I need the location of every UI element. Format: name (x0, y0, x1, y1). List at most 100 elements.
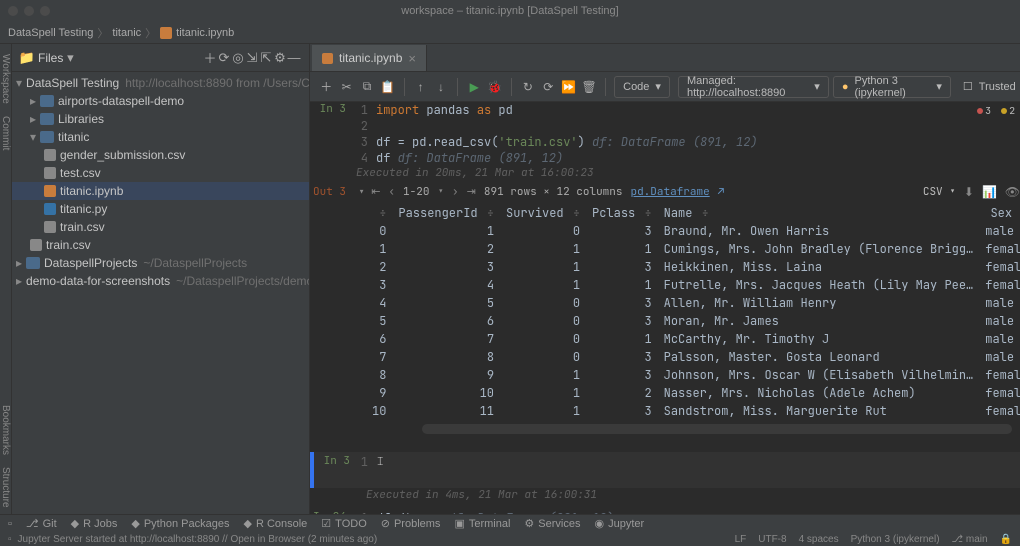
table-row[interactable]: 101113Sandstrom, Miss. Marguerite Rutfem… (366, 402, 1020, 420)
horizontal-scrollbar[interactable] (422, 424, 1012, 434)
dataframe-table[interactable]: ÷PassengerId ÷Survived ÷Pclass ÷Name ÷Se… (310, 204, 1020, 434)
window-controls[interactable] (8, 6, 50, 16)
project-tree[interactable]: ▾DataSpell Testinghttp://localhost:8890 … (12, 72, 309, 292)
kernel-dropdown[interactable]: ●Python 3 (ipykernel)▾ (833, 76, 951, 98)
status-lf[interactable]: LF (735, 534, 747, 545)
code-cell[interactable]: In 3 1import pandas as pd 2 3df = pd.rea… (310, 102, 1020, 180)
trusted-indicator[interactable]: ☐Trusted (955, 76, 1020, 98)
collapse-icon[interactable]: ▾ (352, 184, 371, 200)
collapse-icon[interactable]: ⇱ (259, 51, 273, 65)
hide-icon[interactable]: — (287, 51, 301, 65)
add-icon[interactable]: ＋ (203, 51, 217, 65)
table-header[interactable]: Name ÷ (658, 204, 980, 222)
interrupt-button[interactable]: ↻ (520, 77, 536, 97)
problems-tool[interactable]: ⊘ Problems (381, 517, 441, 530)
window-titlebar: workspace – titanic.ipynb [DataSpell Tes… (0, 0, 1020, 22)
table-row[interactable]: 4503Allen, Mr. William Henrymale35.00 (366, 294, 1020, 312)
csv-export-dropdown[interactable]: CSV ▾ (923, 185, 956, 199)
git-tool[interactable]: ⎇ Git (26, 517, 57, 530)
clear-button[interactable]: 🗑 (581, 77, 597, 97)
code-cell[interactable]: In 24 1df.dtypes df: DataFrame (891, 12)… (310, 510, 1020, 514)
status-enc[interactable]: UTF-8 (758, 534, 786, 545)
table-row[interactable]: 91012Nasser, Mrs. Nicholas (Adele Achem)… (366, 384, 1020, 402)
expand-icon[interactable]: ⇲ (245, 51, 259, 65)
table-row[interactable]: 8913Johnson, Mrs. Oscar W (Elisabeth Vil… (366, 366, 1020, 384)
breadcrumb: DataSpell Testing 〉 titanic 〉 titanic.ip… (0, 22, 1020, 44)
table-header[interactable]: Pclass ÷ (586, 204, 658, 222)
status-indent[interactable]: 4 spaces (799, 534, 839, 545)
tree-root: ▾DataSpell Testinghttp://localhost:8890 … (12, 74, 309, 92)
todo-tool[interactable]: ☑ TODO (321, 517, 366, 530)
run-button[interactable]: ▶ (466, 77, 482, 97)
target-icon[interactable]: ◎ (231, 51, 245, 65)
move-down-button[interactable]: ↓ (433, 77, 449, 97)
breadcrumb-dir[interactable]: titanic (112, 27, 141, 39)
project-label[interactable]: Files (38, 51, 63, 65)
gear-icon[interactable]: ⚙ (273, 51, 287, 65)
paste-button[interactable]: 📋 (379, 77, 395, 97)
rail-bookmarks[interactable]: Bookmarks (0, 399, 11, 461)
breadcrumb-project[interactable]: DataSpell Testing (8, 27, 93, 39)
status-msg[interactable]: Jupyter Server started at http://localho… (18, 534, 378, 545)
table-header[interactable]: ÷ (366, 204, 392, 222)
rail-commit[interactable]: Commit (0, 110, 11, 156)
chevron-down-icon[interactable]: ▾ (63, 51, 77, 65)
code-cell-active[interactable]: In 3 1 𝙸 (310, 452, 1020, 488)
move-up-button[interactable]: ↑ (412, 77, 428, 97)
server-dropdown[interactable]: Managed: http://localhost:8890▾ (678, 76, 829, 98)
debug-button[interactable]: 🐞 (486, 77, 502, 97)
table-row[interactable]: 3411Futrelle, Mrs. Jacques Heath (Lily M… (366, 276, 1020, 294)
tree-folder-titanic: ▾titanic (12, 128, 309, 146)
first-page-button[interactable]: ⇤ (371, 185, 380, 199)
status-branch[interactable]: ⎇ main (952, 534, 988, 545)
restart-button[interactable]: ⟳ (540, 77, 556, 97)
rconsole-tool[interactable]: ◆ R Console (243, 517, 307, 530)
in-prompt: In 3 (314, 452, 356, 488)
next-page-button[interactable]: › (452, 185, 459, 199)
status-lock-icon[interactable]: 🔒 (1000, 534, 1012, 545)
inspection-badges[interactable]: 3 2 ^ v (974, 104, 1020, 117)
add-cell-button[interactable]: ＋ (318, 77, 334, 97)
download-icon[interactable]: ⬇ (964, 184, 974, 200)
table-row[interactable]: 6701McCarthy, Mr. Timothy Jmale54.00 (366, 330, 1020, 348)
rail-structure[interactable]: Structure (0, 461, 11, 514)
rjobs-tool[interactable]: ◆ R Jobs (71, 517, 118, 530)
shape-info: 891 rows × 12 columns (484, 185, 623, 199)
editor-tabs: titanic.ipynb × ⋮ (310, 44, 1020, 72)
notebook-icon (160, 27, 172, 39)
collapse-icon[interactable]: ▫ (8, 518, 12, 530)
table-row[interactable]: 7803Palsson, Master. Gosta Leonardmale2.… (366, 348, 1020, 366)
run-all-button[interactable]: ⏩ (561, 77, 577, 97)
table-row[interactable]: 5603Moran, Mr. JamesmaleNaN0 (366, 312, 1020, 330)
tab-notebook[interactable]: titanic.ipynb × (312, 45, 427, 71)
table-row[interactable]: 1211Cumings, Mrs. John Bradley (Florence… (366, 240, 1020, 258)
terminal-tool[interactable]: ▣ Terminal (454, 517, 510, 530)
copy-button[interactable]: ⧉ (359, 77, 375, 97)
table-row[interactable]: 0103Braund, Mr. Owen Harrismale22.01 (366, 222, 1020, 240)
last-page-button[interactable]: ⇥ (467, 185, 476, 199)
cut-button[interactable]: ✂ (338, 77, 354, 97)
jupyter-tool[interactable]: ◉ Jupyter (594, 517, 644, 530)
table-header[interactable]: Sex ÷ (979, 204, 1020, 222)
breadcrumb-file[interactable]: titanic.ipynb (176, 27, 234, 39)
close-icon[interactable]: × (408, 51, 416, 66)
status-kernel[interactable]: Python 3 (ipykernel) (851, 534, 940, 545)
text-cursor: 𝙸 (376, 452, 384, 488)
sync-icon[interactable]: ⟳ (217, 51, 231, 65)
eye-icon[interactable]: 👁 (1005, 184, 1020, 200)
exec-info: Executed in 20ms, 21 Mar at 16:00:23 (356, 166, 1020, 180)
prev-page-button[interactable]: ‹ (388, 185, 395, 199)
rail-workspace[interactable]: Workspace (0, 48, 11, 110)
tree-file: train.csv (12, 218, 309, 236)
table-header[interactable]: PassengerId ÷ (392, 204, 500, 222)
pypkg-tool[interactable]: ◆ Python Packages (131, 517, 229, 530)
notebook-body[interactable]: 3 2 ^ v In 3 1import pandas as pd 2 3df … (310, 102, 1020, 514)
page-range: 1-20 (403, 185, 429, 199)
cell-type-dropdown[interactable]: Code▾ (614, 76, 670, 98)
tree-root3: ▸demo-data-for-screenshots~/DataspellPro… (12, 272, 309, 290)
type-link[interactable]: pd.Dataframe (630, 185, 709, 199)
chart-icon[interactable]: 📊 (982, 184, 997, 200)
table-row[interactable]: 2313Heikkinen, Miss. Lainafemale26.00 (366, 258, 1020, 276)
services-tool[interactable]: ⚙ Services (524, 517, 580, 530)
table-header[interactable]: Survived ÷ (500, 204, 586, 222)
